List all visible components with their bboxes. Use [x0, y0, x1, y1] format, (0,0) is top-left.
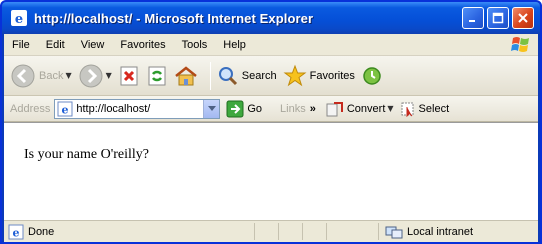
intranet-icon [385, 226, 403, 238]
convert-icon [326, 101, 343, 116]
status-panel [302, 223, 324, 240]
convert-label: Convert [346, 102, 386, 115]
select-button[interactable]: Select [400, 101, 450, 117]
ie-logo-icon: e [11, 10, 27, 27]
search-label: Search [241, 69, 277, 82]
back-arrow-icon [11, 64, 35, 87]
menu-view[interactable]: View [79, 38, 107, 52]
home-icon [175, 65, 197, 85]
close-button[interactable] [512, 7, 534, 29]
address-input[interactable]: e http://localhost/ [54, 98, 221, 119]
forward-arrow-icon [79, 64, 103, 87]
menu-edit[interactable]: Edit [44, 38, 67, 52]
history-button[interactable] [361, 65, 383, 87]
status-panels [254, 223, 348, 240]
menu-bar: File Edit View Favorites Tools Help [4, 34, 538, 56]
home-button[interactable] [174, 65, 198, 87]
back-label: Back [39, 69, 64, 82]
go-button[interactable]: Go [226, 100, 262, 118]
favorites-button[interactable]: Favorites [283, 64, 355, 88]
standard-toolbar: Back ▼ ▼ Search Favorites [4, 56, 538, 96]
menu-tools[interactable]: Tools [180, 38, 210, 52]
stop-icon [120, 66, 138, 85]
close-icon [518, 13, 528, 23]
status-panel [278, 223, 300, 240]
refresh-icon [148, 66, 166, 85]
go-label: Go [247, 102, 263, 115]
security-zone[interactable]: Local intranet [378, 223, 538, 240]
status-text: Done [28, 225, 55, 238]
links-label[interactable]: Links [280, 103, 306, 115]
convert-button[interactable]: Convert ▼ [326, 101, 394, 117]
history-icon [363, 66, 381, 85]
svg-text:e: e [15, 12, 23, 27]
windows-logo-icon [511, 37, 529, 52]
menu-file[interactable]: File [10, 38, 32, 52]
zone-label: Local intranet [407, 225, 474, 238]
search-button[interactable]: Search [217, 65, 277, 87]
minimize-button[interactable] [462, 7, 484, 29]
status-panel [326, 223, 348, 240]
svg-text:e: e [62, 103, 69, 116]
page-icon: e [57, 101, 73, 116]
page-content: Is your name O'reilly? [4, 122, 538, 220]
minimize-icon [469, 20, 475, 22]
status-bar: e Done Local intranet [4, 220, 538, 242]
favorites-label: Favorites [309, 69, 355, 82]
title-bar[interactable]: e http://localhost/ - Microsoft Internet… [2, 2, 540, 34]
address-url: http://localhost/ [76, 102, 151, 115]
refresh-button[interactable] [146, 65, 168, 87]
chevron-more-icon[interactable]: » [310, 103, 316, 115]
menu-help[interactable]: Help [221, 38, 248, 52]
maximize-icon [492, 12, 504, 24]
chevron-down-icon: ▼ [65, 71, 72, 80]
select-label: Select [418, 102, 450, 115]
address-bar: Address e http://localhost/ Go Links » C… [4, 96, 538, 122]
client-area: File Edit View Favorites Tools Help Back… [4, 34, 538, 242]
window-title: http://localhost/ - Microsoft Internet E… [34, 10, 314, 26]
go-arrow-icon [226, 100, 244, 117]
chevron-down-icon: ▼ [105, 71, 112, 80]
maximize-button[interactable] [487, 7, 509, 29]
stop-button[interactable] [118, 65, 140, 87]
page-done-icon: e [8, 224, 24, 239]
menu-favorites[interactable]: Favorites [118, 38, 167, 52]
svg-text:e: e [13, 226, 20, 239]
status-panel [254, 223, 276, 240]
search-icon [218, 66, 237, 85]
chevron-down-icon: ▼ [387, 104, 394, 113]
address-dropdown-button[interactable] [203, 99, 220, 118]
chevron-down-icon [207, 105, 216, 111]
address-label: Address [10, 102, 51, 115]
ie-window: e http://localhost/ - Microsoft Internet… [0, 0, 542, 244]
toolbar-separator [209, 61, 211, 90]
select-icon [401, 102, 414, 117]
star-icon [283, 64, 307, 86]
page-text: Is your name O'reilly? [24, 147, 149, 162]
back-button[interactable]: Back ▼ [10, 63, 72, 89]
forward-button[interactable]: ▼ [78, 63, 112, 89]
